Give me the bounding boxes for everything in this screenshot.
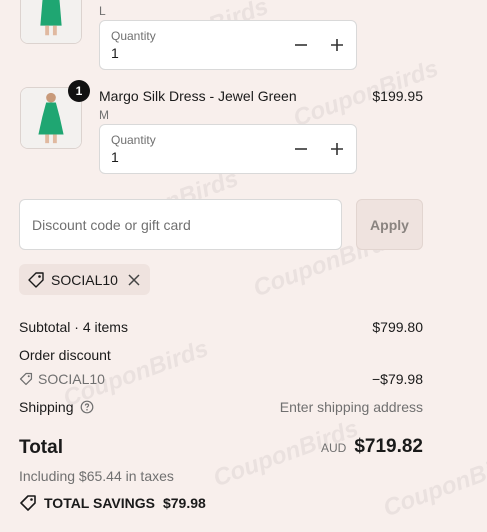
total-savings-row: TOTAL SAVINGS $79.98 xyxy=(19,494,206,512)
discount-code-row: SOCIAL10 xyxy=(19,371,105,387)
plus-icon xyxy=(331,143,343,155)
item-variant: M xyxy=(99,108,109,122)
quantity-value[interactable]: 1 xyxy=(111,149,119,165)
discount-code-input[interactable] xyxy=(19,199,342,250)
product-price: $199.95 xyxy=(372,88,423,104)
subtotal-value: $799.80 xyxy=(372,319,423,335)
minus-icon xyxy=(295,44,307,46)
applied-discount-code: SOCIAL10 xyxy=(51,271,118,288)
quantity-label: Quantity xyxy=(111,29,156,43)
minus-icon xyxy=(295,148,307,150)
quantity-badge: 1 xyxy=(68,80,90,102)
remove-discount-button[interactable] xyxy=(126,272,142,288)
discount-value: −$79.98 xyxy=(372,371,423,387)
total-label: Total xyxy=(19,437,63,458)
discount-code-label: SOCIAL10 xyxy=(38,371,105,387)
shipping-row: Shipping xyxy=(19,399,94,415)
help-icon[interactable] xyxy=(80,400,94,414)
total-row: AUD $719.82 xyxy=(321,436,423,458)
total-value: $719.82 xyxy=(354,436,423,457)
total-savings-value: $79.98 xyxy=(162,495,206,511)
decrease-quantity-button[interactable] xyxy=(290,34,312,56)
currency-code: AUD xyxy=(320,441,347,455)
quantity-value[interactable]: 1 xyxy=(111,45,119,61)
quantity-label: Quantity xyxy=(111,133,156,147)
order-discount-label: Order discount xyxy=(19,347,111,363)
quantity-field[interactable]: Quantity 1 xyxy=(99,124,357,174)
increase-quantity-button[interactable] xyxy=(326,138,348,160)
close-icon xyxy=(128,273,140,286)
taxes-note: Including $65.44 in taxes xyxy=(19,468,174,484)
product-title: Margo Silk Dress - Jewel Green xyxy=(99,88,297,104)
item-variant: L xyxy=(99,4,106,18)
applied-discount-chip: SOCIAL10 xyxy=(19,264,150,295)
dress-image xyxy=(21,0,81,43)
increase-quantity-button[interactable] xyxy=(326,34,348,56)
quantity-field[interactable]: Quantity 1 xyxy=(99,20,357,70)
shipping-value: Enter shipping address xyxy=(279,399,423,415)
subtotal-label: Subtotal · 4 items xyxy=(19,319,128,335)
tag-icon xyxy=(19,372,33,386)
tag-icon xyxy=(20,495,36,511)
product-thumbnail xyxy=(20,0,82,44)
plus-icon xyxy=(331,39,343,51)
decrease-quantity-button[interactable] xyxy=(290,138,312,160)
tag-icon xyxy=(27,271,45,289)
apply-discount-button[interactable]: Apply xyxy=(356,199,423,250)
total-savings-label: TOTAL SAVINGS xyxy=(44,495,155,511)
shipping-label: Shipping xyxy=(19,399,74,415)
